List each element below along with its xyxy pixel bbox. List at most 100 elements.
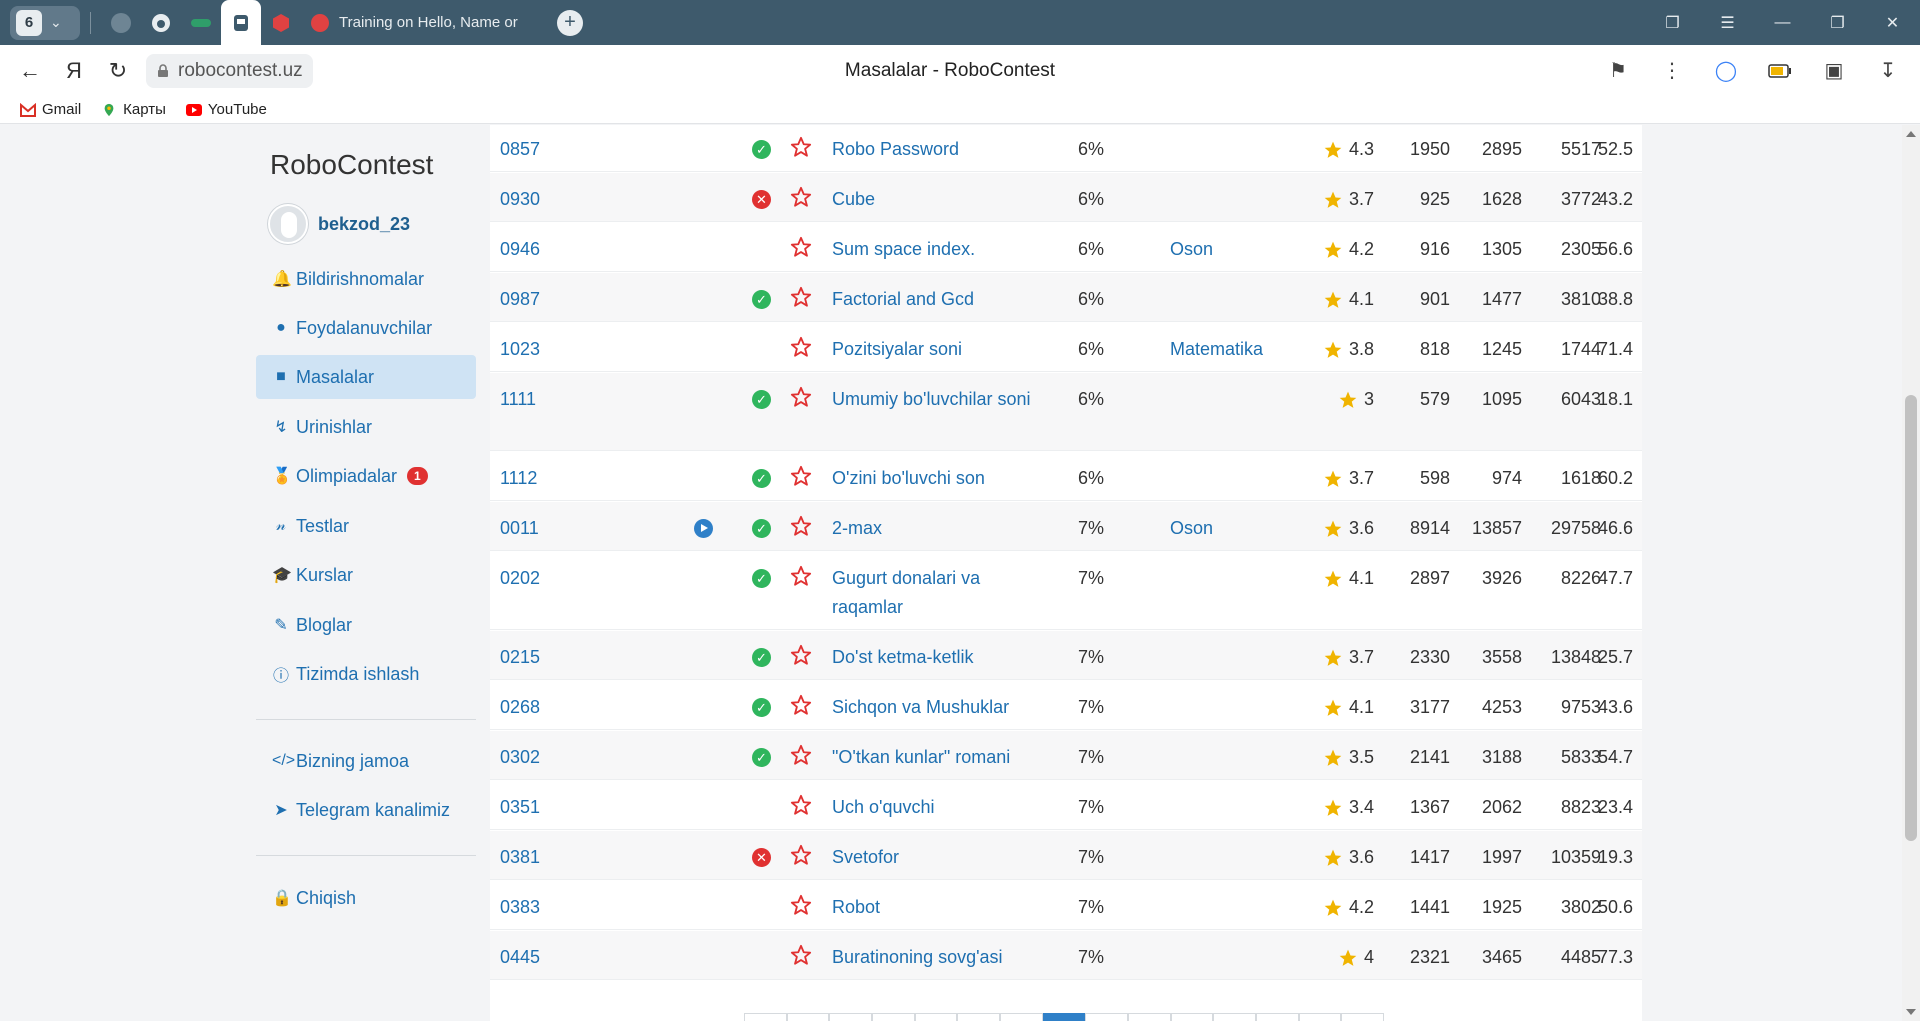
favorite-star-icon[interactable]: [790, 844, 812, 866]
table-row[interactable]: 1111 ✓ Umumiy bo'luvchilar soni 6% 3 579 1095 6…: [490, 373, 1642, 451]
table-row[interactable]: 0857 ✓ Robo Password 6% 4.3 1950 2895 5517 52.5: [490, 125, 1642, 172]
ghost-icon[interactable]: ◯: [1708, 53, 1744, 89]
table-row[interactable]: 0302 ✓ "O'tkan kunlar" romani 7% 3.5 2141 3188…: [490, 731, 1642, 780]
problem-name-link[interactable]: Do'st ketma-ketlik: [832, 643, 1042, 672]
pinned-tab-github[interactable]: [141, 6, 181, 40]
page-link[interactable]: [829, 1013, 873, 1021]
problem-name-link[interactable]: Sichqon va Mushuklar: [832, 693, 1042, 722]
problem-id-link[interactable]: 0987: [500, 285, 540, 314]
page-link[interactable]: [914, 1013, 958, 1021]
bookmark-youtube[interactable]: YouTube: [185, 101, 267, 118]
collections-icon[interactable]: ❐: [1645, 0, 1700, 45]
bookmark-icon[interactable]: ⚑: [1600, 53, 1636, 89]
favorite-star-icon[interactable]: [790, 894, 812, 916]
favorite-star-icon[interactable]: [790, 286, 812, 308]
more-icon[interactable]: ⋮: [1654, 53, 1690, 89]
yandex-icon[interactable]: Я: [52, 49, 96, 93]
table-row[interactable]: 0381 ✕ Svetofor 7% 3.6 1417 1997 10359 19.3: [490, 831, 1642, 880]
problem-name-link[interactable]: Sum space index.: [832, 235, 1042, 264]
pinned-tab-3[interactable]: [181, 6, 221, 40]
sidebar-link-bizning-jamoa[interactable]: </> Bizning jamoa: [256, 739, 476, 783]
close-button[interactable]: ✕: [1865, 0, 1920, 45]
favorite-star-icon[interactable]: [790, 744, 812, 766]
problem-id-link[interactable]: 0215: [500, 643, 540, 672]
problem-name-link[interactable]: Uch o'quvchi: [832, 793, 1042, 822]
sidebar-item-foydalanuvchilar[interactable]: ● Foydalanuvchilar: [256, 306, 476, 350]
problem-id-link[interactable]: 0202: [500, 564, 540, 593]
problem-tag-link[interactable]: Matematika: [1170, 335, 1263, 364]
problem-name-link[interactable]: Pozitsiyalar soni: [832, 335, 1042, 364]
problem-id-link[interactable]: 0351: [500, 793, 540, 822]
favorite-star-icon[interactable]: [790, 186, 812, 208]
table-row[interactable]: 0946 Sum space index. 6% Oson 4.2 916 1305 2305…: [490, 223, 1642, 272]
table-row[interactable]: 0445 Buratinoning sovg'asi 7% 4 2321 3465 4485…: [490, 931, 1642, 980]
scroll-down-arrow[interactable]: [1906, 1009, 1916, 1015]
problem-id-link[interactable]: 1111: [500, 385, 536, 414]
problem-id-link[interactable]: 0011: [500, 514, 539, 543]
sidebar-link-telegram[interactable]: ➤ Telegram kanalimiz: [256, 788, 476, 832]
pinned-tab-5[interactable]: [261, 6, 301, 40]
problem-name-link[interactable]: Svetofor: [832, 843, 1042, 872]
problem-id-link[interactable]: 0381: [500, 843, 540, 872]
favorite-star-icon[interactable]: [790, 336, 812, 358]
scrollbar[interactable]: [1902, 125, 1920, 1021]
problem-tag-link[interactable]: Oson: [1170, 235, 1213, 264]
problem-name-link[interactable]: O'zini bo'luvchi son: [832, 464, 1042, 493]
brand-logo[interactable]: RoboContest: [270, 149, 433, 181]
table-row[interactable]: 1023 Pozitsiyalar soni 6% Matematika 3.8 818 1…: [490, 323, 1642, 372]
table-row[interactable]: 0383 Robot 7% 4.2 1441 1925 3802 50.6: [490, 881, 1642, 930]
favorite-star-icon[interactable]: [790, 236, 812, 258]
problem-name-link[interactable]: Factorial and Gcd: [832, 285, 1042, 314]
table-row[interactable]: 0268 ✓ Sichqon va Mushuklar 7% 4.1 3177 4253 97…: [490, 681, 1642, 730]
reload-button[interactable]: ↻: [96, 49, 140, 93]
battery-icon[interactable]: [1762, 53, 1798, 89]
bookmark-maps[interactable]: Карты: [101, 101, 166, 118]
user-profile[interactable]: bekzod_23: [268, 204, 410, 244]
page-link[interactable]: [1085, 1013, 1129, 1021]
page-link[interactable]: [1000, 1013, 1043, 1021]
page-link[interactable]: [872, 1013, 915, 1021]
logout-link[interactable]: 🔒 Chiqish: [256, 876, 476, 920]
table-row[interactable]: 0202 ✓ Gugurt donalari va raqamlar 7% 4.1 289…: [490, 552, 1642, 630]
bookmark-gmail[interactable]: Gmail: [20, 101, 81, 118]
problem-tag-link[interactable]: Oson: [1170, 514, 1213, 543]
back-button[interactable]: ←: [8, 49, 52, 93]
problem-id-link[interactable]: 1112: [500, 464, 537, 493]
favorite-star-icon[interactable]: [790, 694, 812, 716]
sidebar-item-tizimda-ishlash[interactable]: ⓘ Tizimda ishlash: [256, 652, 476, 696]
problem-id-link[interactable]: 0857: [500, 135, 540, 164]
scroll-up-arrow[interactable]: [1906, 131, 1916, 137]
problem-name-link[interactable]: 2-max: [832, 514, 1042, 543]
problem-id-link[interactable]: 0946: [500, 235, 540, 264]
table-row[interactable]: 0215 ✓ Do'st ketma-ketlik 7% 3.7 2330 3558 1384…: [490, 631, 1642, 680]
favorite-star-icon[interactable]: [790, 794, 812, 816]
sidebar-item-bildirishnomalar[interactable]: 🔔 Bildirishnomalar: [256, 257, 476, 301]
scrollbar-thumb[interactable]: [1905, 395, 1917, 841]
table-row[interactable]: 0011 ✓ 2-max 7% Oson 3.6 8914 13857 29758 46.6: [490, 502, 1642, 551]
favorite-star-icon[interactable]: [790, 565, 812, 587]
favorite-star-icon[interactable]: [790, 515, 812, 537]
restore-button[interactable]: ❐: [1810, 0, 1865, 45]
problem-name-link[interactable]: Umumiy bo'luvchilar soni: [832, 385, 1042, 414]
problem-id-link[interactable]: 0268: [500, 693, 540, 722]
favorite-star-icon[interactable]: [790, 136, 812, 158]
table-row[interactable]: 0987 ✓ Factorial and Gcd 6% 4.1 901 1477 3810 38…: [490, 273, 1642, 322]
sidebar-item-urinishlar[interactable]: ↯ Urinishlar: [256, 405, 476, 449]
problem-id-link[interactable]: 0383: [500, 893, 540, 922]
problem-name-link[interactable]: Cube: [832, 185, 1042, 214]
table-row[interactable]: 1112 ✓ O'zini bo'luvchi son 6% 3.7 598 974 1618…: [490, 452, 1642, 501]
problem-id-link[interactable]: 0930: [500, 185, 540, 214]
page-link[interactable]: [786, 1013, 830, 1021]
page-link[interactable]: [1170, 1013, 1214, 1021]
page-link[interactable]: [1128, 1013, 1171, 1021]
problem-id-link[interactable]: 0445: [500, 943, 540, 972]
problem-name-link[interactable]: "O'tkan kunlar" romani: [832, 743, 1042, 772]
sidebar-item-masalalar[interactable]: ■ Masalalar: [256, 355, 476, 399]
download-icon[interactable]: ↧: [1870, 53, 1906, 89]
pinned-tab-robocontest[interactable]: [221, 0, 261, 45]
tab-training[interactable]: Training on Hello, Name or: [301, 6, 541, 40]
problem-id-link[interactable]: 0302: [500, 743, 540, 772]
page-link[interactable]: [1341, 1013, 1385, 1021]
page-link-current[interactable]: [1042, 1013, 1086, 1021]
minimize-button[interactable]: —: [1755, 0, 1810, 45]
